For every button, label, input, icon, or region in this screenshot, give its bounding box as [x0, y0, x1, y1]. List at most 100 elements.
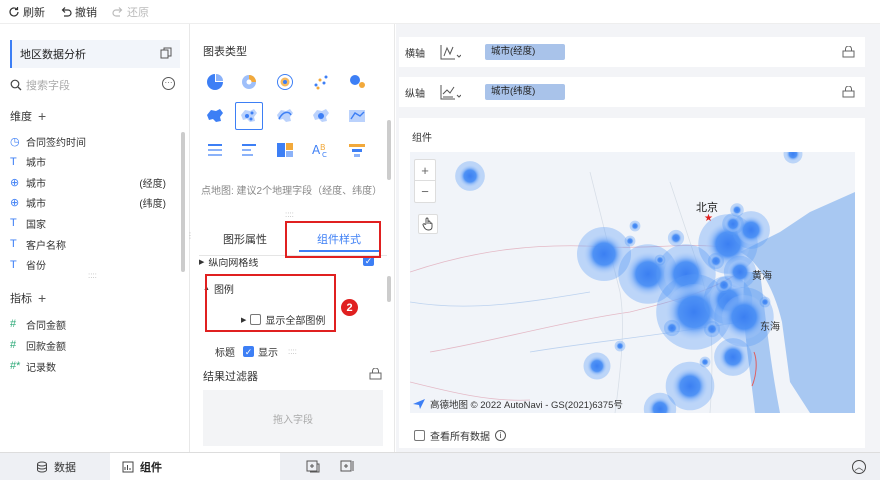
heat-map-icon[interactable] — [307, 102, 335, 130]
grid-line-row: ▶ 纵向网格线 ✓ — [199, 258, 385, 268]
map-bubble[interactable] — [584, 234, 624, 274]
field-label: 合同签约时间 — [26, 137, 86, 149]
dimensions-title: 维度 — [10, 111, 32, 123]
x-axis-field-pill[interactable]: 城市(经度) — [485, 44, 566, 60]
dataset-selector[interactable]: 地区数据分析 — [10, 40, 180, 68]
dimension-field[interactable]: ⊕ 城市 (经度) — [10, 173, 170, 191]
undo-button[interactable]: 撤销 — [60, 4, 97, 20]
map-bubble[interactable] — [706, 323, 718, 335]
copy-icon[interactable] — [160, 47, 172, 59]
zoom-in-button[interactable]: + — [415, 160, 435, 181]
filter-drop-zone[interactable]: 拖入字段 — [203, 390, 383, 446]
table-icon[interactable] — [201, 136, 229, 164]
donut-chart-icon[interactable] — [235, 68, 263, 96]
add-dimension-icon[interactable]: + — [38, 108, 46, 124]
dimension-field[interactable]: T 城市 — [10, 153, 170, 171]
component-tab-label: 组件 — [140, 461, 162, 474]
row-resize-handle[interactable]: :::: — [288, 347, 297, 356]
map-bubble[interactable] — [725, 216, 741, 232]
measure-field[interactable]: #* 记录数 — [10, 357, 170, 375]
point-map[interactable]: ★ 北京 黄海 东海 + − 高德地图 © 2022 AutoNavi - GS… — [410, 152, 855, 413]
map-bubble[interactable] — [459, 165, 481, 187]
show-all-data-checkbox[interactable] — [414, 430, 425, 441]
refresh-icon — [9, 7, 19, 17]
field-label: 记录数 — [26, 362, 56, 374]
map-bubble[interactable] — [666, 322, 678, 334]
map-bubble[interactable] — [616, 342, 624, 350]
add-dashboard-icon[interactable] — [340, 460, 354, 473]
info-icon[interactable]: i — [495, 430, 506, 441]
map-canvas: ★ 北京 黄海 东海 — [410, 152, 855, 413]
search-input[interactable]: 搜索字段 — [26, 77, 70, 93]
canvas-area: 横轴 城市(经度) 纵轴 城市(纬度) 组件 ★ 北京 黄海 东海 + − 高德… — [396, 24, 880, 452]
section-resize-handle[interactable]: :::: — [285, 210, 294, 219]
map-bubble[interactable] — [626, 237, 634, 245]
style-scrollbar[interactable] — [387, 276, 391, 302]
map-bubble[interactable] — [732, 205, 742, 215]
search-field[interactable]: 搜索字段 — [10, 76, 160, 94]
add-measure-icon[interactable]: + — [38, 290, 46, 306]
refresh-button[interactable]: 刷新 — [8, 4, 45, 20]
area-map-icon[interactable] — [343, 102, 371, 130]
redo-button[interactable]: 还原 — [112, 4, 149, 20]
dimension-field[interactable]: ◷ 合同签约时间 — [10, 132, 170, 150]
y-axis-lock-icon[interactable] — [842, 86, 855, 98]
clock-icon: ◷ — [10, 135, 20, 148]
y-axis-type-icon[interactable] — [439, 83, 461, 101]
dimension-field[interactable]: T 国家 — [10, 214, 170, 232]
zoom-control: + − — [414, 159, 436, 203]
chart-type-hint: 点地图: 建议2个地理字段（经度、纬度） — [201, 186, 383, 197]
show-title-label: 显示 — [258, 348, 278, 359]
redo-label: 还原 — [127, 7, 149, 19]
zoom-out-button[interactable]: − — [415, 181, 435, 202]
add-component-icon[interactable] — [306, 460, 320, 473]
flow-map-icon[interactable] — [271, 102, 299, 130]
map-bubble[interactable] — [631, 222, 639, 230]
tab-graphic-properties[interactable]: 图形属性 — [199, 222, 291, 256]
map-bubble[interactable] — [710, 255, 722, 267]
chart-type-scrollbar[interactable] — [387, 120, 391, 180]
data-tab[interactable]: 数据 — [24, 453, 88, 480]
x-axis-type-icon[interactable] — [439, 43, 461, 61]
map-bubble[interactable] — [701, 358, 709, 366]
map-bubble[interactable] — [718, 279, 730, 291]
bottom-tab-bar: 数据 组件 ︿ — [0, 452, 880, 480]
map-bubble[interactable] — [670, 232, 682, 244]
field-scrollbar[interactable] — [181, 132, 185, 272]
funnel-chart-icon[interactable] — [343, 136, 371, 164]
map-bubble[interactable] — [672, 368, 708, 404]
collapse-arrow-icon[interactable]: ▶ — [199, 258, 204, 266]
lock-icon[interactable] — [369, 368, 382, 380]
region-map-icon[interactable] — [201, 102, 229, 130]
field-suffix: (纬度) — [139, 199, 166, 211]
dimension-field[interactable]: ⊕ 城市 (纬度) — [10, 194, 170, 212]
map-bubble[interactable] — [656, 256, 664, 264]
radar-chart-icon[interactable] — [271, 68, 299, 96]
splitter-handle[interactable]: ⋮ — [186, 232, 194, 240]
bubble-chart-icon[interactable] — [343, 68, 371, 96]
show-all-data-row[interactable]: 查看所有数据 i — [414, 428, 506, 443]
dimension-field[interactable]: T 客户名称 — [10, 235, 170, 253]
y-axis-label: 纵轴 — [405, 88, 425, 100]
map-bubble[interactable] — [719, 343, 747, 371]
word-cloud-icon[interactable]: ABC — [307, 136, 335, 164]
grid-line-checkbox[interactable]: ✓ — [363, 258, 374, 266]
pan-tool-button[interactable] — [418, 214, 438, 234]
scatter-chart-icon[interactable] — [307, 68, 335, 96]
cross-table-icon[interactable] — [235, 136, 263, 164]
show-title-checkbox[interactable]: ✓ — [243, 346, 254, 357]
map-bubble[interactable] — [761, 298, 769, 306]
map-bubble[interactable] — [587, 356, 607, 376]
drop-zone-hint: 拖入字段 — [273, 414, 313, 426]
treemap-icon[interactable] — [271, 136, 299, 164]
point-map-icon[interactable] — [235, 102, 263, 130]
more-options-icon[interactable]: ··· — [162, 77, 175, 90]
y-axis-field-pill[interactable]: 城市(纬度) — [485, 84, 566, 100]
component-tab[interactable]: 组件 — [110, 453, 280, 480]
pie-chart-icon[interactable] — [201, 68, 229, 96]
measure-field[interactable]: # 合同金额 — [10, 315, 170, 333]
x-axis-lock-icon[interactable] — [842, 46, 855, 58]
collapse-up-icon[interactable]: ︿ — [852, 460, 866, 474]
measure-field[interactable]: # 回款金额 — [10, 336, 170, 354]
panel-resize-handle[interactable]: :::: — [88, 271, 97, 280]
